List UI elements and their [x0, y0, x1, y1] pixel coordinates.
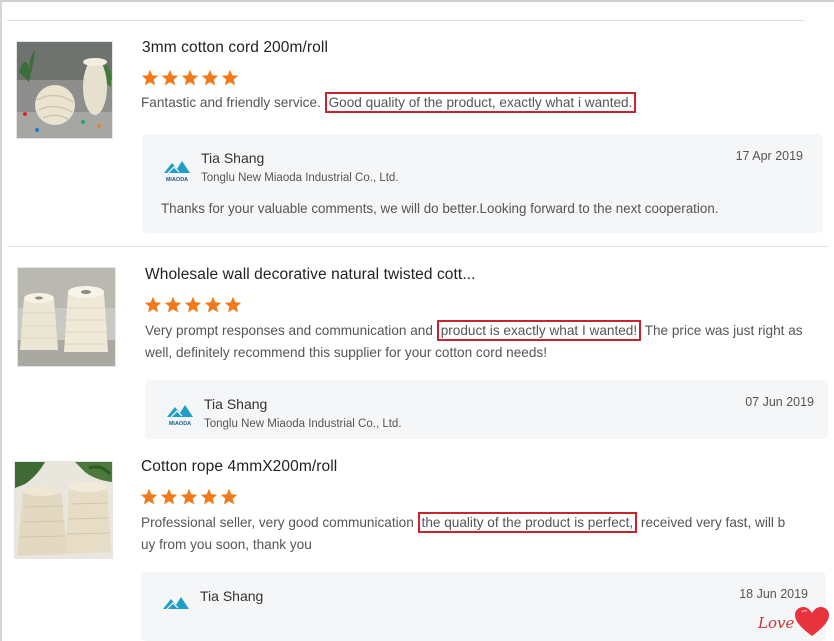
star-icon [180, 488, 198, 505]
product-thumbnail[interactable] [17, 267, 116, 367]
reply-text: Thanks for your valuable comments, we wi… [161, 201, 719, 216]
seller-logo-icon: MIAODA [167, 405, 193, 427]
seller-reply: MIAODA Tia Shang Tonglu New Miaoda Indus… [142, 134, 823, 233]
star-icon [141, 69, 159, 86]
seller-company[interactable]: Tonglu New Miaoda Industrial Co., Ltd. [201, 172, 399, 184]
reply-date: 07 Jun 2019 [745, 395, 814, 409]
product-thumbnail[interactable] [14, 461, 113, 559]
review-comment: Very prompt responses and communication … [145, 320, 805, 364]
seller-logo-text: MIAODA [169, 421, 191, 427]
rating-stars [141, 69, 239, 87]
reply-date: 17 Apr 2019 [735, 149, 803, 163]
star-icon [201, 69, 219, 86]
rating-stars [144, 296, 242, 314]
comment-text: Fantastic and friendly service. [141, 95, 321, 110]
star-icon [204, 296, 222, 313]
star-icon [161, 69, 179, 86]
seller-reply: MIAODA Tia Shang Tonglu New Miaoda Indus… [145, 380, 828, 439]
seller-reply: Tia Shang 18 Jun 2019 [141, 572, 826, 641]
window-frame-left [0, 0, 2, 641]
comment-highlight: product is exactly what I wanted! [436, 320, 642, 341]
love-heart-watermark: Love [758, 606, 830, 638]
seller-name: Tia Shang [201, 150, 265, 166]
watermark-text: Love [758, 614, 795, 632]
reply-date: 18 Jun 2019 [739, 587, 808, 601]
seller-logo-icon [163, 597, 189, 610]
seller-company[interactable]: Tonglu New Miaoda Industrial Co., Ltd. [204, 418, 402, 430]
star-icon [164, 296, 182, 313]
top-divider [7, 20, 805, 21]
window-frame-top [0, 0, 834, 2]
product-title[interactable]: Cotton rope 4mmX200m/roll [141, 458, 337, 476]
star-icon [224, 296, 242, 313]
seller-logo-icon: MIAODA [164, 161, 190, 183]
product-title[interactable]: 3mm cotton cord 200m/roll [142, 39, 328, 57]
review-divider [7, 246, 829, 247]
star-icon [184, 296, 202, 313]
star-icon [140, 488, 158, 505]
review-comment: Professional seller, very good communica… [141, 512, 789, 556]
star-icon [181, 69, 199, 86]
star-icon [200, 488, 218, 505]
star-icon [144, 296, 162, 313]
rating-stars [140, 488, 238, 506]
comment-highlight: Good quality of the product, exactly wha… [324, 92, 637, 113]
seller-name: Tia Shang [204, 396, 268, 412]
comment-text: Very prompt responses and communication … [145, 323, 433, 338]
heart-icon [795, 607, 829, 636]
star-icon [220, 488, 238, 505]
star-icon [221, 69, 239, 86]
comment-text: Professional seller, very good communica… [141, 515, 414, 530]
seller-name: Tia Shang [200, 588, 264, 604]
product-thumbnail[interactable] [16, 41, 113, 139]
comment-highlight: the quality of the product is perfect, [417, 512, 638, 533]
star-icon [160, 488, 178, 505]
product-title[interactable]: Wholesale wall decorative natural twiste… [145, 266, 476, 284]
review-comment: Fantastic and friendly service. Good qua… [141, 92, 821, 114]
seller-logo-text: MIAODA [166, 177, 188, 183]
